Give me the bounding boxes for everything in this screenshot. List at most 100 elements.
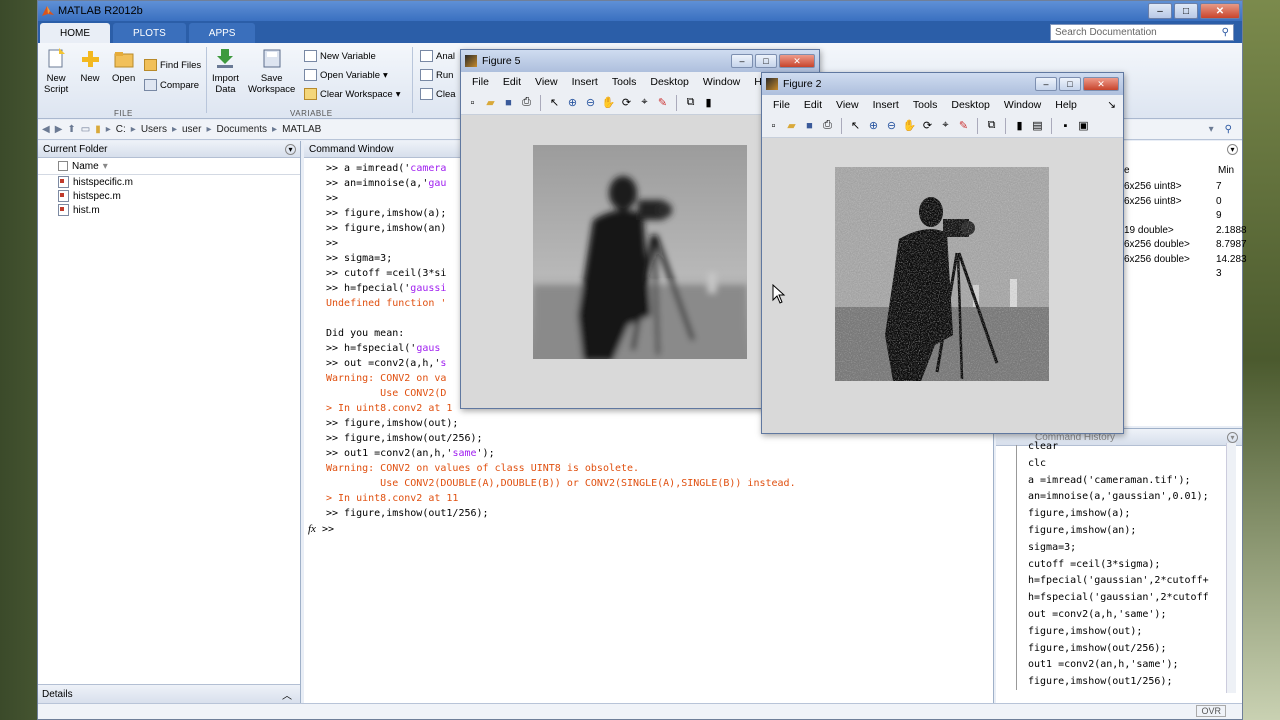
close-button[interactable]: ✕ xyxy=(1083,77,1119,91)
tab-plots[interactable]: PLOTS xyxy=(113,23,186,43)
breadcrumb-users[interactable]: Users xyxy=(141,124,167,135)
new-figure-icon[interactable]: ▫ xyxy=(465,95,480,110)
pointer-icon[interactable]: ↖ xyxy=(848,118,863,133)
link-icon[interactable]: ⧉ xyxy=(683,95,698,110)
menu-desktop[interactable]: Desktop xyxy=(643,76,696,88)
rotate-icon[interactable]: ⟳ xyxy=(920,118,935,133)
breadcrumb-user[interactable]: user xyxy=(182,124,201,135)
pan-icon[interactable]: ✋ xyxy=(601,95,616,110)
legend-icon[interactable]: ▤ xyxy=(1030,118,1045,133)
run-button[interactable]: Run xyxy=(420,69,453,81)
menu-file[interactable]: File xyxy=(766,99,797,111)
colorbar-icon[interactable]: ▮ xyxy=(1012,118,1027,133)
save-icon[interactable]: ■ xyxy=(802,118,817,133)
pointer-icon[interactable]: ↖ xyxy=(547,95,562,110)
history-item[interactable]: h=fpecial('gaussian',2*cutoff+ xyxy=(1028,573,1209,590)
menu-insert[interactable]: Insert xyxy=(866,99,906,111)
menu-window[interactable]: Window xyxy=(696,76,747,88)
menu-file[interactable]: File xyxy=(465,76,496,88)
history-item[interactable]: clc xyxy=(1028,456,1209,473)
print-icon[interactable]: ⎙ xyxy=(519,95,534,110)
zoom-out-icon[interactable]: ⊖ xyxy=(884,118,899,133)
figure-2-titlebar[interactable]: Figure 2 – □ ✕ xyxy=(762,73,1123,95)
figure-2-window[interactable]: Figure 2 – □ ✕ File Edit View Insert Tools De… xyxy=(761,72,1124,434)
history-item[interactable]: sigma=3; xyxy=(1028,540,1209,557)
new-variable-button[interactable]: New Variable xyxy=(304,50,376,62)
file-item[interactable]: histspec.m xyxy=(38,189,300,203)
open-button[interactable]: Open xyxy=(112,48,135,84)
hide-plot-tools-icon[interactable]: ▪ xyxy=(1058,118,1073,133)
figure-5-titlebar[interactable]: Figure 5 – □ ✕ xyxy=(461,50,819,72)
breadcrumb-drive[interactable]: C: xyxy=(116,124,126,135)
breadcrumb-documents[interactable]: Documents xyxy=(216,124,267,135)
menu-edit[interactable]: Edit xyxy=(496,76,528,88)
menu-help[interactable]: Help xyxy=(1048,99,1084,111)
history-item[interactable]: h=fspecial('gaussian',2*cutoff xyxy=(1028,590,1209,607)
brush-icon[interactable]: ✎ xyxy=(956,118,971,133)
new-script-button[interactable]: New Script xyxy=(44,48,68,95)
panel-actions-icon[interactable]: ▾ xyxy=(1227,431,1238,443)
select-all-checkbox[interactable] xyxy=(58,161,68,171)
history-item[interactable]: clear xyxy=(1028,439,1209,456)
back-icon[interactable]: ◀ xyxy=(42,124,50,135)
save-icon[interactable]: ■ xyxy=(501,95,516,110)
data-cursor-icon[interactable]: ⌖ xyxy=(637,95,652,110)
close-button[interactable]: ✕ xyxy=(1200,3,1240,19)
minimize-button[interactable]: – xyxy=(1035,77,1057,91)
menu-edit[interactable]: Edit xyxy=(797,99,829,111)
details-panel-header[interactable]: Details ︿ xyxy=(38,684,300,704)
history-scrollbar[interactable] xyxy=(1226,443,1236,693)
clear-commands-button[interactable]: Clea xyxy=(420,88,456,100)
history-item[interactable]: cutoff =ceil(3*sigma); xyxy=(1028,557,1209,574)
collapse-icon[interactable]: ︿ xyxy=(282,687,292,702)
history-item[interactable]: out =conv2(a,h,'same'); xyxy=(1028,607,1209,624)
new-button[interactable]: New xyxy=(80,48,100,84)
menu-view[interactable]: View xyxy=(829,99,866,111)
analyze-code-button[interactable]: Anal xyxy=(420,50,455,62)
menu-tools[interactable]: Tools xyxy=(906,99,945,111)
data-cursor-icon[interactable]: ⌖ xyxy=(938,118,953,133)
panel-actions-icon[interactable]: ▾ xyxy=(285,143,296,155)
link-icon[interactable]: ⧉ xyxy=(984,118,999,133)
brush-icon[interactable]: ✎ xyxy=(655,95,670,110)
browse-folder-icon[interactable]: ▭ xyxy=(81,124,90,135)
colorbar-icon[interactable]: ▮ xyxy=(701,95,716,110)
history-item[interactable]: figure,imshow(a); xyxy=(1028,506,1209,523)
zoom-in-icon[interactable]: ⊕ xyxy=(866,118,881,133)
tab-home[interactable]: HOME xyxy=(40,23,110,43)
history-item[interactable]: a =imread('cameraman.tif'); xyxy=(1028,473,1209,490)
history-item[interactable]: figure,imshow(out/256); xyxy=(1028,641,1209,658)
address-dropdown-icon[interactable]: ▾ xyxy=(1209,124,1214,135)
history-item[interactable]: figure,imshow(out1/256); xyxy=(1028,674,1209,691)
search-icon[interactable]: ⚲ xyxy=(1222,27,1229,38)
rotate-icon[interactable]: ⟳ xyxy=(619,95,634,110)
forward-icon[interactable]: ▶ xyxy=(55,124,63,135)
compare-button[interactable]: Compare xyxy=(144,79,199,91)
maximize-button[interactable]: □ xyxy=(755,54,777,68)
clear-workspace-button[interactable]: Clear Workspace ▾ xyxy=(304,88,400,100)
find-files-button[interactable]: Find Files xyxy=(144,59,201,71)
minimize-button[interactable]: – xyxy=(1148,3,1172,19)
save-workspace-button[interactable]: Save Workspace xyxy=(248,48,295,95)
breadcrumb-matlab[interactable]: MATLAB xyxy=(282,124,321,135)
menu-view[interactable]: View xyxy=(528,76,565,88)
menu-window[interactable]: Window xyxy=(997,99,1048,111)
maximize-button[interactable]: □ xyxy=(1174,3,1198,19)
show-plot-tools-icon[interactable]: ▣ xyxy=(1076,118,1091,133)
history-item[interactable]: an=imnoise(a,'gaussian',0.01); xyxy=(1028,489,1209,506)
zoom-out-icon[interactable]: ⊖ xyxy=(583,95,598,110)
new-figure-icon[interactable]: ▫ xyxy=(766,118,781,133)
menu-insert[interactable]: Insert xyxy=(565,76,605,88)
menu-tools[interactable]: Tools xyxy=(605,76,644,88)
minimize-button[interactable]: – xyxy=(731,54,753,68)
menu-desktop[interactable]: Desktop xyxy=(944,99,997,111)
zoom-in-icon[interactable]: ⊕ xyxy=(565,95,580,110)
column-header[interactable]: Name ▾ xyxy=(38,158,300,175)
print-icon[interactable]: ⎙ xyxy=(820,118,835,133)
up-folder-icon[interactable]: ⬆ xyxy=(67,124,75,135)
tab-apps[interactable]: APPS xyxy=(188,23,256,43)
pan-icon[interactable]: ✋ xyxy=(902,118,917,133)
panel-actions-icon[interactable]: ▾ xyxy=(1227,144,1238,155)
open-file-icon[interactable]: ▰ xyxy=(784,118,799,133)
menu-overflow-icon[interactable]: ↘ xyxy=(1100,99,1123,111)
